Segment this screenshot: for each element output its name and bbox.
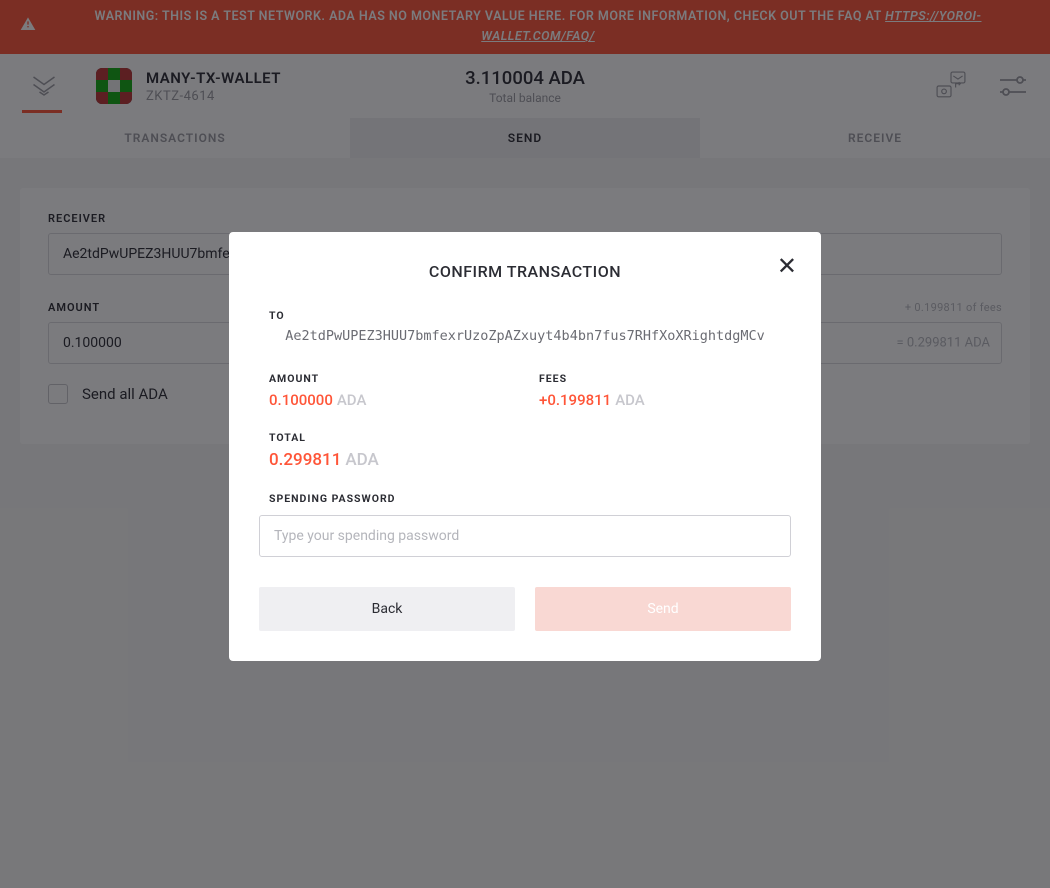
- modal-total-label: TOTAL: [269, 431, 791, 444]
- modal-title: CONFIRM TRANSACTION: [259, 262, 791, 281]
- modal-overlay[interactable]: CONFIRM TRANSACTION ✕ TO Ae2tdPwUPEZ3HUU…: [0, 0, 1050, 888]
- back-button[interactable]: Back: [259, 587, 515, 631]
- modal-to-address: Ae2tdPwUPEZ3HUU7bmfexrUzoZpAZxuyt4b4bn7f…: [259, 328, 791, 344]
- modal-fees-value: +0.199811ADA: [539, 391, 791, 409]
- modal-fees-label: FEES: [539, 372, 791, 385]
- close-icon[interactable]: ✕: [777, 254, 797, 278]
- confirm-transaction-modal: CONFIRM TRANSACTION ✕ TO Ae2tdPwUPEZ3HUU…: [229, 232, 821, 661]
- modal-amount-label: AMOUNT: [269, 372, 521, 385]
- send-button[interactable]: Send: [535, 587, 791, 631]
- modal-to-label: TO: [259, 309, 791, 322]
- modal-total-value: 0.299811ADA: [269, 450, 791, 470]
- spending-password-label: SPENDING PASSWORD: [259, 492, 791, 505]
- modal-amount-value: 0.100000ADA: [269, 391, 521, 409]
- spending-password-input[interactable]: [259, 515, 791, 557]
